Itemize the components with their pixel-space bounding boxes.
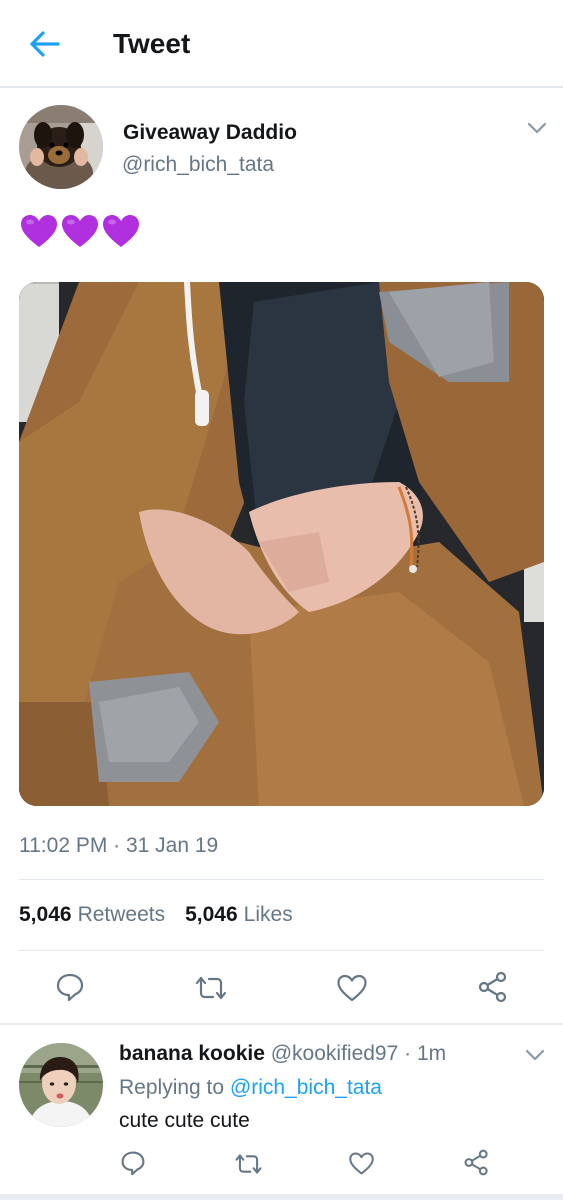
likes-stat[interactable]: 5,046 Likes (185, 903, 293, 927)
top-app-bar: Tweet (0, 0, 563, 88)
reply-icon (56, 973, 84, 1002)
retweets-count: 5,046 (19, 903, 72, 926)
retweet-icon (195, 976, 227, 1000)
like-button[interactable] (336, 973, 368, 1003)
reply-share-button[interactable] (463, 1149, 490, 1176)
author-name[interactable]: Giveaway Daddio (123, 121, 297, 145)
like-icon (349, 1152, 374, 1175)
reply-reply-button[interactable] (120, 1150, 146, 1176)
reply-separator: · (404, 1042, 412, 1065)
tweet-menu-button[interactable] (526, 120, 548, 136)
replying-to-prefix: Replying to (119, 1076, 225, 1099)
divider (19, 950, 544, 951)
tweet-text (19, 212, 141, 252)
likes-count: 5,046 (185, 903, 238, 926)
tweet-photo[interactable] (19, 282, 544, 806)
likes-label: Likes (243, 903, 293, 926)
reply-header: banana kookie @kookified97 · 1m (119, 1042, 446, 1066)
back-button[interactable] (28, 28, 62, 60)
reply-menu-button[interactable] (524, 1047, 546, 1063)
divider (0, 1023, 563, 1025)
reply-author-name[interactable]: banana kookie (119, 1042, 265, 1065)
back-arrow-icon (30, 31, 60, 57)
reply-button[interactable] (55, 972, 85, 1002)
purple-heart-icon (103, 215, 139, 247)
reply-author-avatar[interactable] (19, 1043, 103, 1127)
reply-author-handle[interactable]: @kookified97 (271, 1042, 399, 1065)
retweet-icon (235, 1154, 262, 1174)
author-handle[interactable]: @rich_bich_tata (122, 153, 274, 177)
retweets-stat[interactable]: 5,046 Retweets (19, 903, 165, 927)
share-button[interactable] (477, 971, 509, 1003)
purple-heart-icon (62, 215, 98, 247)
chevron-down-icon (525, 1049, 545, 1061)
replying-to-link[interactable]: @rich_bich_tata (230, 1076, 382, 1099)
like-icon (337, 974, 367, 1002)
share-icon (478, 971, 507, 1003)
chevron-down-icon (527, 122, 547, 134)
purple-heart-icon (21, 215, 57, 247)
reply-like-button[interactable] (348, 1151, 375, 1176)
reply-time: 1m (416, 1042, 447, 1065)
share-icon (464, 1149, 488, 1176)
page-title: Tweet (113, 28, 191, 59)
reply-text: cute cute cute (119, 1109, 250, 1132)
author-avatar[interactable] (19, 105, 103, 189)
retweets-label: Retweets (77, 903, 166, 926)
tweet-timestamp: 11:02 PM · 31 Jan 19 (19, 834, 219, 857)
replying-to-line: Replying to @rich_bich_tata (119, 1076, 382, 1100)
divider (19, 879, 544, 880)
reply-retweet-button[interactable] (233, 1152, 264, 1176)
retweet-button[interactable] (193, 974, 229, 1002)
reply-icon (121, 1151, 145, 1176)
divider (0, 1194, 563, 1200)
tweet-stats: 5,046 Retweets 5,046 Likes (19, 903, 293, 927)
